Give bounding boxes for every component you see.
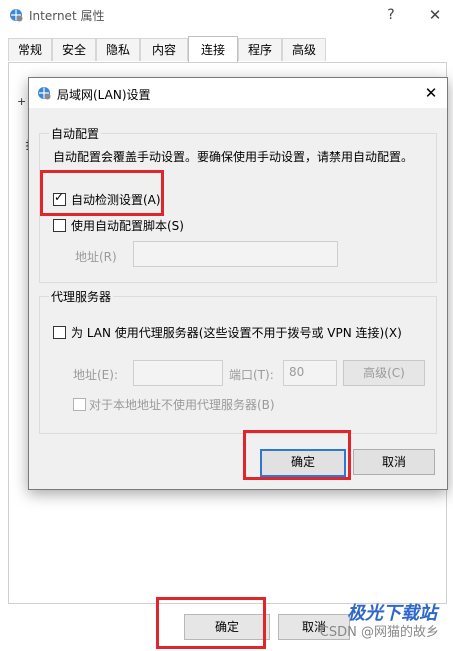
obscured-icon-mark: + [17,95,27,108]
auto-detect-highlight-box [40,170,164,216]
proxy-group-label: 代理服务器 [49,288,114,305]
tab-content[interactable]: 内容 [140,38,188,61]
bypass-local-checkbox[interactable] [73,398,86,411]
proxy-port-input[interactable]: 80 [283,360,337,386]
tab-connections[interactable]: 连接 [188,36,238,63]
proxy-advanced-button[interactable]: 高级(C) [343,360,425,386]
watermark-credit: CSDN @网猫的故乡 [319,625,439,640]
lan-ok-highlight-box [243,430,351,480]
tab-programs[interactable]: 程序 [238,38,282,61]
internet-options-icon [10,9,23,22]
bypass-local-label[interactable]: 对于本地地址不使用代理服务器(B) [89,396,275,413]
proxy-port-label: 端口(T): [229,368,274,382]
use-script-label[interactable]: 使用自动配置脚本(S) [71,217,184,234]
tab-security[interactable]: 安全 [52,38,96,61]
proxy-address-label: 地址(E): [73,368,118,382]
lan-cancel-button[interactable]: 取消 [353,449,435,475]
outer-window-title: Internet 属性 [29,9,105,23]
proxy-address-input[interactable] [133,360,223,386]
use-proxy-checkbox[interactable] [53,326,66,339]
use-proxy-label[interactable]: 为 LAN 使用代理服务器(这些设置不用于拨号或 VPN 连接)(X) [71,324,402,341]
outer-close-icon[interactable]: ✕ [425,4,445,26]
tab-privacy[interactable]: 隐私 [96,38,140,61]
script-address-input[interactable] [133,241,338,267]
help-icon[interactable]: ? [381,4,401,26]
auto-config-group-label: 自动配置 [49,125,102,142]
lan-settings-icon [38,87,51,100]
use-script-checkbox[interactable] [53,219,66,232]
outer-title-bar: Internet 属性 ? ✕ [0,0,453,32]
lan-settings-dialog: 局域网(LAN)设置 ✕ 自动配置 自动配置会覆盖手动设置。要确保使用手动设置，… [28,77,448,490]
lan-close-icon[interactable]: ✕ [421,82,441,104]
script-address-label: 地址(R) [75,250,117,264]
lan-dialog-title: 局域网(LAN)设置 [57,88,151,102]
lan-dialog-title-bar: 局域网(LAN)设置 ✕ [29,78,447,108]
tab-advanced[interactable]: 高级 [282,38,326,61]
outer-ok-highlight-box [156,597,266,649]
auto-config-description: 自动配置会覆盖手动设置。要确保使用手动设置，请禁用自动配置。 [53,150,414,164]
tab-general[interactable]: 常规 [8,38,52,61]
